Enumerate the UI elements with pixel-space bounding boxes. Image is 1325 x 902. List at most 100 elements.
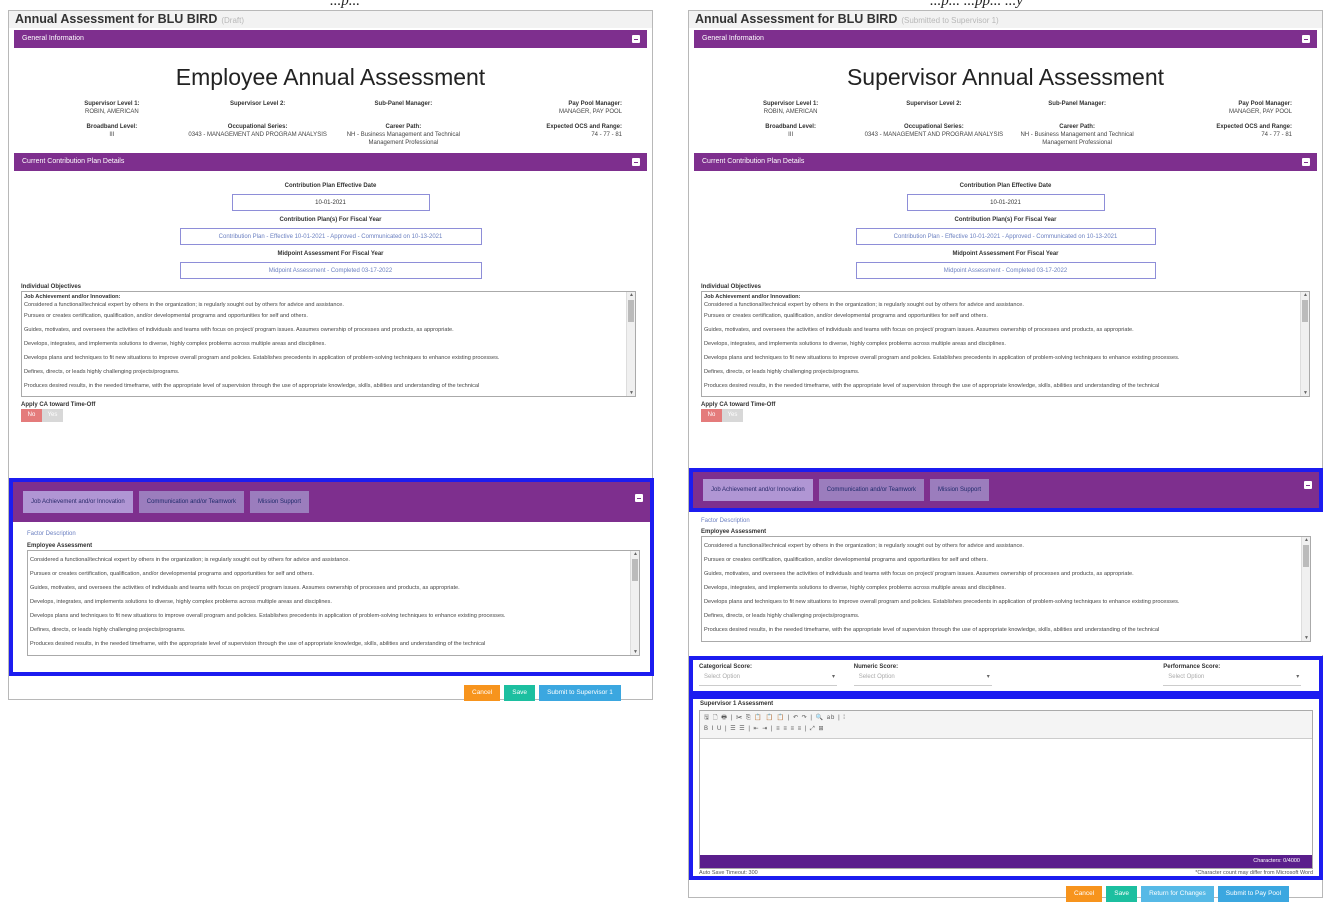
scrollbar[interactable]: ▲ ▼ xyxy=(1301,537,1310,641)
midpoint-label: Midpoint Assessment For Fiscal Year xyxy=(952,251,1059,257)
performance-score-select[interactable]: Select Option xyxy=(1163,673,1302,686)
info-cell: Pay Pool Manager: MANAGER, PAY POOL xyxy=(1149,100,1292,116)
tab-job-achievement[interactable]: Job Achievement and/or Innovation xyxy=(703,479,813,501)
submit-to-pay-pool-button[interactable]: Submit to Pay Pool xyxy=(1217,886,1290,902)
text-line: Defines, directs, or leads highly challe… xyxy=(24,369,180,375)
editor-toolbar[interactable]: 🖫 🗋 🖶 | ✂ ⎘ 📋 📋 📋 | ↶ ↷ | 🔍 ab | ⁞ B I U… xyxy=(700,711,1312,739)
info-cell: Pay Pool Manager: MANAGER, PAY POOL xyxy=(476,100,622,116)
highlight-frame: Categorical Score: Select Option Numeric… xyxy=(689,656,1323,695)
objectives-text: Job Achievement and/or Innovation: Consi… xyxy=(702,292,1309,393)
midpoint-assessment-link[interactable]: Midpoint Assessment - Completed 03-17-20… xyxy=(179,262,482,279)
scroll-thumb[interactable] xyxy=(1303,545,1309,567)
text-line: Considered a functional/technical expert… xyxy=(704,543,1024,549)
collapse-icon[interactable] xyxy=(1304,481,1312,489)
tab-communication[interactable]: Communication and/or Teamwork xyxy=(818,479,924,501)
toggle-no[interactable]: No xyxy=(701,409,722,422)
panel-title: Annual Assessment for BLU BIRD (Submitted… xyxy=(689,11,1322,28)
character-note: *Character count may differ from Microso… xyxy=(1195,870,1313,876)
save-button[interactable]: Save xyxy=(1106,886,1138,902)
scroll-up-icon[interactable]: ▲ xyxy=(629,292,634,298)
rich-text-editor[interactable]: 🖫 🗋 🖶 | ✂ ⎘ 📋 📋 📋 | ↶ ↷ | 🔍 ab | ⁞ B I U… xyxy=(699,710,1313,869)
numeric-score-select[interactable]: Select Option xyxy=(853,673,992,686)
info-cell: Occupational Series: 0343 - MANAGEMENT AN… xyxy=(185,123,331,147)
editor-toolbar-row-2[interactable]: B I U | ☰ ☰ | ⇤ ⇥ | ≡ ≡ ≡ ≡ | ⤢ ⊞ xyxy=(704,724,1308,735)
info-cell: Expected OCS and Range: 74 - 77 - 81 xyxy=(1149,123,1292,147)
scroll-down-icon[interactable]: ▼ xyxy=(633,649,638,655)
text-line: Develops, integrates, and implements sol… xyxy=(704,585,1006,591)
left-action-buttons: Cancel Save Submit to Supervisor 1 xyxy=(460,681,621,701)
factor-description-link[interactable]: Factor Description xyxy=(701,518,1323,524)
objectives-textarea[interactable]: Job Achievement and/or Innovation: Consi… xyxy=(21,291,636,397)
collapse-icon[interactable] xyxy=(1302,158,1310,166)
scroll-thumb[interactable] xyxy=(1302,300,1308,322)
numeric-score-label: Numeric Score: xyxy=(853,664,899,670)
scrollbar[interactable]: ▲ ▼ xyxy=(626,292,635,396)
scroll-up-icon[interactable]: ▲ xyxy=(1303,292,1308,298)
save-button[interactable]: Save xyxy=(504,685,536,701)
factor-description-link[interactable]: Factor Description xyxy=(27,531,650,537)
performance-score-label: Performance Score: xyxy=(1163,664,1221,670)
toggle-yes[interactable]: Yes xyxy=(722,409,743,422)
section-label: General Information xyxy=(22,35,84,42)
info-value: III xyxy=(788,132,794,138)
panel-title: Annual Assessment for BLU BIRD (Draft) xyxy=(9,11,652,28)
editor-body[interactable] xyxy=(700,739,1312,855)
scroll-thumb[interactable] xyxy=(628,300,634,322)
return-for-changes-button[interactable]: Return for Changes xyxy=(1141,886,1214,902)
general-information-bar[interactable]: General Information xyxy=(14,30,647,48)
apply-ca-toggle[interactable]: No Yes xyxy=(21,409,652,422)
scroll-down-icon[interactable]: ▼ xyxy=(1304,635,1309,641)
categorical-score-select[interactable]: Select Option xyxy=(699,673,837,686)
right-action-buttons: Cancel Save Return for Changes Submit to Pa… xyxy=(1062,882,1290,902)
info-cell: Supervisor Level 2: xyxy=(185,100,331,116)
employee-assessment-textarea[interactable]: Considered a functional/technical expert… xyxy=(701,536,1311,642)
apply-ca-toggle[interactable]: No Yes xyxy=(701,409,1322,422)
collapse-icon[interactable] xyxy=(1302,35,1310,43)
submit-to-supervisor-button[interactable]: Submit to Supervisor 1 xyxy=(539,685,621,701)
objectives-textarea[interactable]: Job Achievement and/or Innovation: Consi… xyxy=(701,291,1310,397)
scroll-thumb[interactable] xyxy=(632,559,638,581)
tab-mission-support[interactable]: Mission Support xyxy=(930,479,990,501)
info-label: Supervisor Level 2: xyxy=(906,101,962,107)
scroll-down-icon[interactable]: ▼ xyxy=(629,390,634,396)
info-cell: Supervisor Level 1: ROBIN, AMERICAN xyxy=(719,100,862,116)
info-value: 74 - 77 - 81 xyxy=(591,132,622,138)
general-information-bar[interactable]: General Information xyxy=(694,30,1317,48)
toggle-yes[interactable]: Yes xyxy=(42,409,63,422)
info-label: Supervisor Level 1: xyxy=(762,101,819,107)
contribution-plan-details: Contribution Plan Effective Date 10-01-2… xyxy=(9,182,652,279)
cancel-button[interactable]: Cancel xyxy=(1066,886,1103,902)
score-row: Categorical Score: Select Option Numeric… xyxy=(693,660,1319,686)
scrollbar[interactable]: ▲ ▼ xyxy=(630,551,639,655)
collapse-icon[interactable] xyxy=(635,494,643,502)
info-label: Pay Pool Manager: xyxy=(1238,101,1292,107)
toggle-no[interactable]: No xyxy=(21,409,42,422)
text-line: Develops plans and techniques to fit new… xyxy=(704,355,1180,361)
text-line: Produces desired results, in the needed … xyxy=(24,383,480,389)
contribution-plan-bar[interactable]: Current Contribution Plan Details xyxy=(14,153,647,171)
scroll-down-icon[interactable]: ▼ xyxy=(1303,390,1308,396)
contribution-plan-link[interactable]: Contribution Plan - Effective 10-01-2021… xyxy=(855,228,1156,245)
apply-ca-label: Apply CA toward Time-Off xyxy=(21,402,96,408)
scrollbar[interactable]: ▲ ▼ xyxy=(1300,292,1309,396)
tab-job-achievement[interactable]: Job Achievement and/or Innovation xyxy=(23,491,133,513)
contribution-plan-bar[interactable]: Current Contribution Plan Details xyxy=(694,153,1317,171)
tab-mission-support[interactable]: Mission Support xyxy=(250,491,310,513)
objectives-heading: Job Achievement and/or Innovation: xyxy=(24,294,121,300)
scroll-up-icon[interactable]: ▲ xyxy=(1304,537,1309,543)
highlight-frame: Supervisor 1 Assessment 🖫 🗋 🖶 | ✂ ⎘ 📋 📋 … xyxy=(689,695,1323,880)
editor-toolbar-row-1[interactable]: 🖫 🗋 🖶 | ✂ ⎘ 📋 📋 📋 | ↶ ↷ | 🔍 ab | ⁞ xyxy=(704,713,1308,724)
scroll-up-icon[interactable]: ▲ xyxy=(633,551,638,557)
tab-communication[interactable]: Communication and/or Teamwork xyxy=(138,491,244,513)
collapse-icon[interactable] xyxy=(632,35,640,43)
collapse-icon[interactable] xyxy=(632,158,640,166)
effective-date-label: Contribution Plan Effective Date xyxy=(959,183,1052,189)
cancel-button[interactable]: Cancel xyxy=(464,685,501,701)
info-cell: Sub-Panel Manager: xyxy=(331,100,477,116)
midpoint-assessment-link[interactable]: Midpoint Assessment - Completed 03-17-20… xyxy=(855,262,1156,279)
objectives-text: Job Achievement and/or Innovation: Consi… xyxy=(22,292,635,393)
employee-assessment-textarea[interactable]: Considered a functional/technical expert… xyxy=(27,550,640,656)
contribution-plan-link[interactable]: Contribution Plan - Effective 10-01-2021… xyxy=(179,228,482,245)
info-cell: Expected OCS and Range: 74 - 77 - 81 xyxy=(476,123,622,147)
character-count: Characters: 0/4000 xyxy=(700,855,1312,868)
